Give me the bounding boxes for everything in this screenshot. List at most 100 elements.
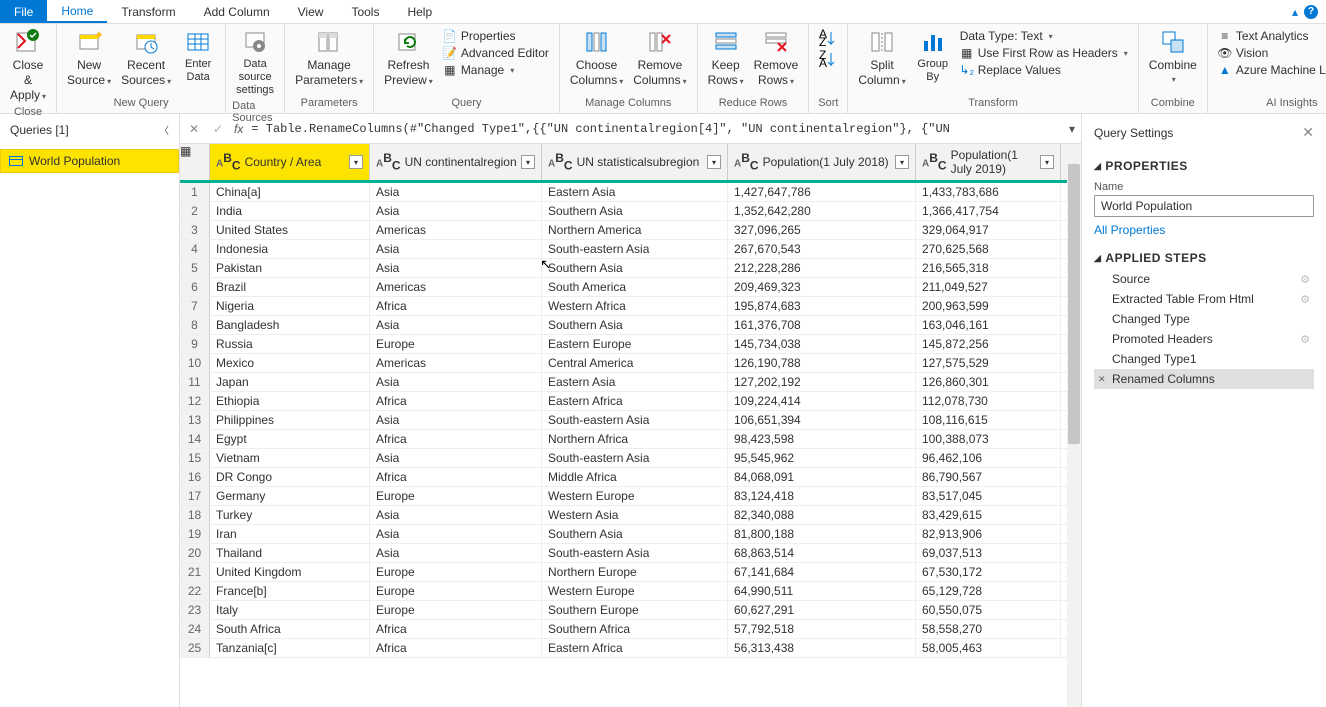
- cell[interactable]: 212,228,286: [728, 259, 916, 277]
- filter-dropdown-icon[interactable]: ▾: [349, 155, 363, 169]
- cell[interactable]: Europe: [370, 601, 542, 619]
- table-row[interactable]: 3United StatesAmericasNorthern America32…: [180, 221, 1081, 240]
- cancel-formula-icon[interactable]: ✕: [186, 121, 202, 137]
- cell[interactable]: Europe: [370, 582, 542, 600]
- cell[interactable]: Eastern Europe: [542, 335, 728, 353]
- remove-columns-button[interactable]: Remove Columns▾: [629, 26, 690, 90]
- cell[interactable]: Mexico: [210, 354, 370, 372]
- cell[interactable]: 216,565,318: [916, 259, 1061, 277]
- cell[interactable]: South-eastern Asia: [542, 411, 728, 429]
- vertical-scrollbar[interactable]: [1067, 144, 1081, 707]
- row-number[interactable]: 11: [180, 373, 210, 391]
- cell[interactable]: Southern Asia: [542, 202, 728, 220]
- cell[interactable]: Germany: [210, 487, 370, 505]
- cell[interactable]: South-eastern Asia: [542, 544, 728, 562]
- cell[interactable]: Africa: [370, 430, 542, 448]
- cell[interactable]: 69,037,513: [916, 544, 1061, 562]
- cell[interactable]: 1,352,642,280: [728, 202, 916, 220]
- cell[interactable]: Asia: [370, 525, 542, 543]
- applied-step[interactable]: Promoted Headers⚙: [1094, 329, 1314, 349]
- cell[interactable]: South America: [542, 278, 728, 296]
- table-row[interactable]: 22France[b]EuropeWestern Europe64,990,51…: [180, 582, 1081, 601]
- row-number[interactable]: 25: [180, 639, 210, 657]
- cell[interactable]: 1,366,417,754: [916, 202, 1061, 220]
- column-header[interactable]: ABCCountry / Area▾: [210, 144, 370, 180]
- cell[interactable]: 108,116,615: [916, 411, 1061, 429]
- filter-dropdown-icon[interactable]: ▾: [895, 155, 909, 169]
- table-row[interactable]: 21United KingdomEuropeNorthern Europe67,…: [180, 563, 1081, 582]
- column-header[interactable]: ABCPopulation(1 July 2019)▾: [916, 144, 1061, 180]
- table-row[interactable]: 24South AfricaAfricaSouthern Africa57,79…: [180, 620, 1081, 639]
- cell[interactable]: Americas: [370, 221, 542, 239]
- accept-formula-icon[interactable]: ✓: [210, 121, 226, 137]
- split-column-button[interactable]: Split Column▾: [854, 26, 909, 90]
- cell[interactable]: 98,423,598: [728, 430, 916, 448]
- cell[interactable]: 163,046,161: [916, 316, 1061, 334]
- row-number[interactable]: 3: [180, 221, 210, 239]
- cell[interactable]: Tanzania[c]: [210, 639, 370, 657]
- cell[interactable]: Asia: [370, 240, 542, 258]
- azure-ml-button[interactable]: ▲Azure Machine Learning: [1214, 62, 1326, 78]
- table-row[interactable]: 15VietnamAsiaSouth-eastern Asia95,545,96…: [180, 449, 1081, 468]
- cell[interactable]: Philippines: [210, 411, 370, 429]
- table-row[interactable]: 13PhilippinesAsiaSouth-eastern Asia106,6…: [180, 411, 1081, 430]
- tab-file[interactable]: File: [0, 0, 47, 23]
- table-row[interactable]: 10MexicoAmericasCentral America126,190,7…: [180, 354, 1081, 373]
- cell[interactable]: Asia: [370, 411, 542, 429]
- cell[interactable]: South Africa: [210, 620, 370, 638]
- cell[interactable]: Brazil: [210, 278, 370, 296]
- cell[interactable]: Africa: [370, 620, 542, 638]
- row-number[interactable]: 13: [180, 411, 210, 429]
- cell[interactable]: Europe: [370, 487, 542, 505]
- row-number[interactable]: 15: [180, 449, 210, 467]
- tab-home[interactable]: Home: [47, 0, 107, 23]
- cell[interactable]: 327,096,265: [728, 221, 916, 239]
- cell[interactable]: Africa: [370, 468, 542, 486]
- cell[interactable]: 96,462,106: [916, 449, 1061, 467]
- cell[interactable]: Central America: [542, 354, 728, 372]
- cell[interactable]: 84,068,091: [728, 468, 916, 486]
- filter-dropdown-icon[interactable]: ▾: [1040, 155, 1054, 169]
- row-number[interactable]: 1: [180, 183, 210, 201]
- cell[interactable]: Africa: [370, 639, 542, 657]
- cell[interactable]: Vietnam: [210, 449, 370, 467]
- table-row[interactable]: 4IndonesiaAsiaSouth-eastern Asia267,670,…: [180, 240, 1081, 259]
- help-icon[interactable]: ?: [1304, 5, 1318, 19]
- cell[interactable]: 126,860,301: [916, 373, 1061, 391]
- expand-formula-icon[interactable]: ▾: [1069, 122, 1075, 136]
- cell[interactable]: Americas: [370, 354, 542, 372]
- remove-rows-button[interactable]: Remove Rows▾: [750, 26, 803, 90]
- properties-button[interactable]: 📄Properties: [439, 28, 553, 44]
- table-row[interactable]: 18TurkeyAsiaWestern Asia82,340,08883,429…: [180, 506, 1081, 525]
- cell[interactable]: Russia: [210, 335, 370, 353]
- properties-section[interactable]: ◢PROPERTIES: [1094, 159, 1314, 173]
- cell[interactable]: Nigeria: [210, 297, 370, 315]
- first-row-headers-button[interactable]: ▦Use First Row as Headers▾: [956, 45, 1132, 61]
- cell[interactable]: Northern America: [542, 221, 728, 239]
- cell[interactable]: Asia: [370, 506, 542, 524]
- cell[interactable]: DR Congo: [210, 468, 370, 486]
- collapse-queries-icon[interactable]: 〈: [159, 122, 169, 137]
- cell[interactable]: Europe: [370, 335, 542, 353]
- query-name-input[interactable]: [1094, 195, 1314, 217]
- choose-columns-button[interactable]: Choose Columns▾: [566, 26, 627, 90]
- row-number[interactable]: 10: [180, 354, 210, 372]
- row-number[interactable]: 23: [180, 601, 210, 619]
- cell[interactable]: 267,670,543: [728, 240, 916, 258]
- tab-view[interactable]: View: [284, 0, 338, 23]
- cell[interactable]: Japan: [210, 373, 370, 391]
- cell[interactable]: Asia: [370, 544, 542, 562]
- formula-text[interactable]: = Table.RenameColumns(#"Changed Type1",{…: [251, 122, 1061, 136]
- row-number[interactable]: 22: [180, 582, 210, 600]
- collapse-ribbon-icon[interactable]: ▴: [1292, 5, 1298, 19]
- table-row[interactable]: 1China[a]AsiaEastern Asia1,427,647,7861,…: [180, 183, 1081, 202]
- cell[interactable]: 68,863,514: [728, 544, 916, 562]
- table-row[interactable]: 20ThailandAsiaSouth-eastern Asia68,863,5…: [180, 544, 1081, 563]
- cell[interactable]: 209,469,323: [728, 278, 916, 296]
- gear-icon[interactable]: ⚙: [1300, 273, 1310, 286]
- combine-button[interactable]: Combine▾: [1145, 26, 1201, 88]
- cell[interactable]: Eastern Asia: [542, 373, 728, 391]
- cell[interactable]: 56,313,438: [728, 639, 916, 657]
- cell[interactable]: Northern Europe: [542, 563, 728, 581]
- cell[interactable]: United Kingdom: [210, 563, 370, 581]
